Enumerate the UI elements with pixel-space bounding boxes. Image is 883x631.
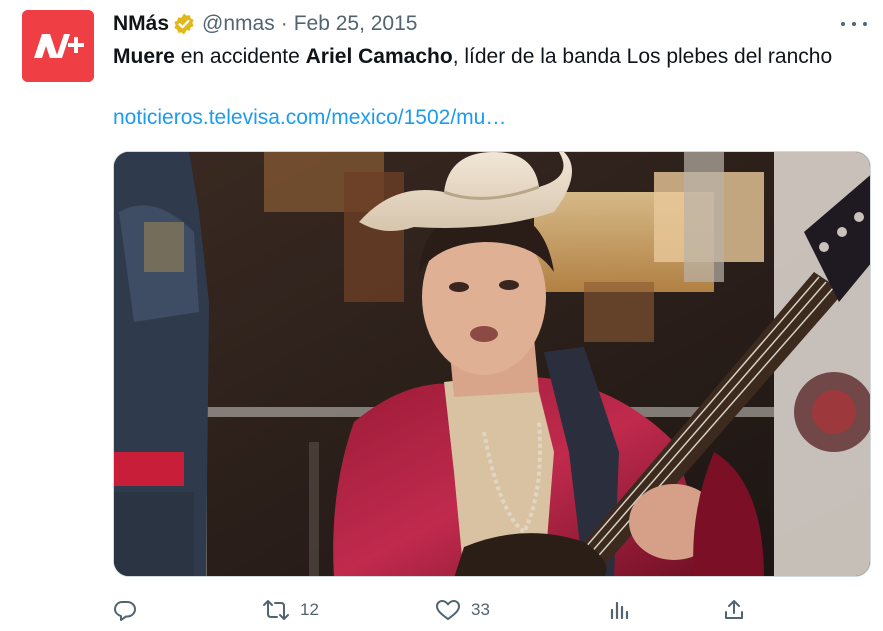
avatar[interactable] — [22, 10, 94, 82]
tweet-text-bold-1: Muere — [113, 45, 175, 68]
tweet-text-part-2: , líder de la banda Los plebes del ranch… — [452, 45, 833, 68]
retweet-button[interactable]: 12 — [262, 592, 319, 628]
views-button[interactable] — [608, 592, 632, 628]
tweet-text: Muere en accidente Ariel Camacho, líder … — [113, 42, 853, 72]
verified-badge-icon — [172, 12, 196, 36]
media-image[interactable] — [113, 151, 871, 577]
like-count: 33 — [471, 600, 490, 619]
tweet-card[interactable]: NMás @nmas · Feb 25, 2015 Muere en accid… — [0, 0, 883, 631]
tweet-header: NMás @nmas · Feb 25, 2015 — [113, 9, 417, 39]
tweet-text-part-1: en accidente — [174, 45, 306, 68]
tweet-text-bold-2: Ariel Camacho — [305, 45, 453, 68]
analytics-icon — [610, 601, 629, 620]
heart-icon — [436, 600, 460, 620]
video-still-image — [114, 152, 870, 576]
post-date[interactable]: Feb 25, 2015 — [294, 12, 418, 36]
action-bar: 12 33 — [0, 592, 883, 628]
reply-icon — [114, 601, 136, 621]
nmas-logo-icon — [22, 10, 94, 82]
handle[interactable]: @nmas — [202, 12, 275, 36]
share-icon — [725, 600, 743, 619]
retweet-count: 12 — [300, 600, 319, 619]
share-button[interactable] — [722, 592, 746, 628]
display-name[interactable]: NMás — [113, 12, 169, 36]
more-options-icon[interactable] — [841, 14, 867, 34]
reply-button[interactable] — [113, 592, 137, 628]
tweet-link[interactable]: noticieros.televisa.com/mexico/1502/mu… — [113, 103, 506, 133]
separator-dot: · — [280, 12, 288, 35]
retweet-icon — [263, 600, 289, 620]
like-button[interactable]: 33 — [435, 592, 490, 628]
